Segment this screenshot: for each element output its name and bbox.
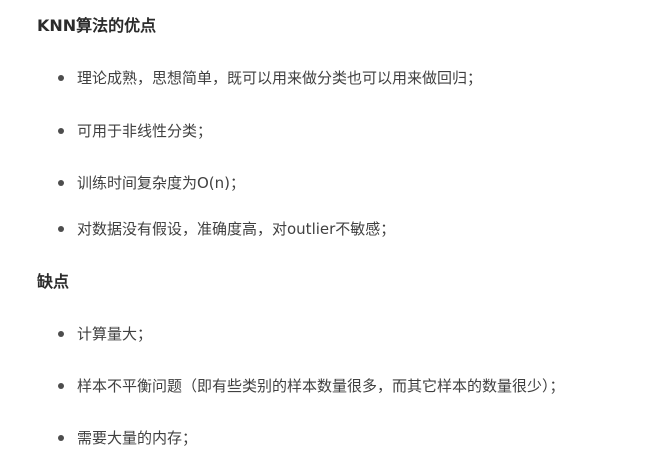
list-item-text: 训练时间复杂度为O(n)； — [77, 174, 246, 192]
list-item: 训练时间复杂度为O(n)； — [58, 172, 245, 194]
disadvantages-heading: 缺点 — [37, 272, 70, 291]
bullet-icon — [58, 383, 64, 389]
bullet-icon — [58, 435, 64, 441]
bullet-icon — [58, 128, 64, 134]
list-item-text: 可用于非线性分类； — [77, 122, 213, 140]
bullet-icon — [58, 226, 64, 232]
list-item-text: 理论成熟，思想简单，既可以用来做分类也可以用来做回归； — [77, 69, 483, 87]
list-item-text: 对数据没有假设，准确度高，对outlier不敏感； — [77, 220, 396, 238]
list-item-text: 样本不平衡问题（即有些类别的样本数量很多，而其它样本的数量很少）； — [77, 377, 565, 395]
list-item: 理论成熟，思想简单，既可以用来做分类也可以用来做回归； — [58, 67, 482, 89]
list-item: 对数据没有假设，准确度高，对outlier不敏感； — [58, 218, 395, 240]
list-item: 计算量大； — [58, 323, 152, 345]
list-item: 样本不平衡问题（即有些类别的样本数量很多，而其它样本的数量很少）； — [58, 375, 565, 397]
advantages-heading: KNN算法的优点 — [37, 16, 157, 35]
bullet-icon — [58, 75, 64, 81]
list-item-text: 需要大量的内存； — [77, 429, 198, 447]
list-item: 需要大量的内存； — [58, 427, 197, 449]
bullet-icon — [58, 180, 64, 186]
list-item: 可用于非线性分类； — [58, 120, 212, 142]
bullet-icon — [58, 331, 64, 337]
list-item-text: 计算量大； — [77, 325, 153, 343]
